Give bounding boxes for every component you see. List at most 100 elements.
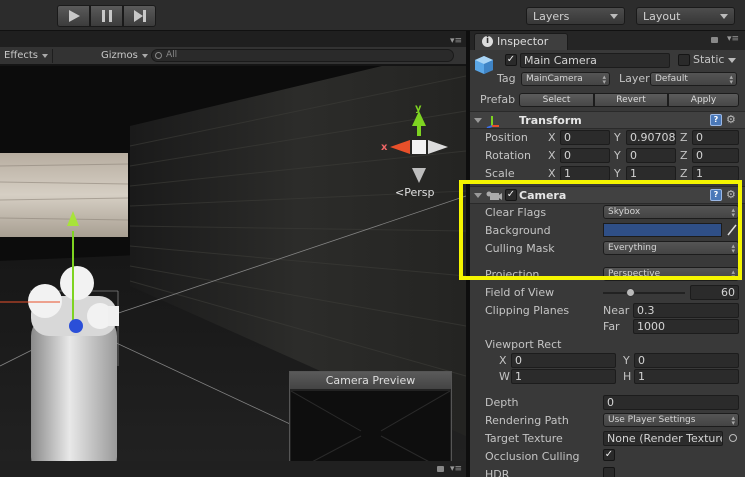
hdr-checkbox[interactable] — [603, 467, 615, 477]
prefab-revert-button[interactable]: Revert — [594, 93, 668, 107]
static-checkbox[interactable] — [678, 54, 690, 66]
persp-toggle[interactable]: <Persp — [395, 186, 434, 199]
transform-header[interactable]: Transform ? ⚙ — [470, 111, 745, 129]
far-label: Far — [603, 320, 620, 333]
play-button[interactable] — [57, 5, 90, 27]
active-checkbox[interactable]: ✓ — [505, 54, 517, 66]
chevron-down-icon[interactable] — [728, 58, 736, 63]
tab-inspector[interactable]: i Inspector — [474, 33, 568, 50]
projection-dropdown[interactable]: Perspective ▴ ▾ — [603, 267, 739, 281]
position-y-field[interactable]: 0.90708 — [626, 130, 676, 145]
layer-label: Layer — [619, 72, 650, 85]
far-field[interactable]: 1000 — [633, 319, 739, 334]
rotation-z-field[interactable]: 0 — [692, 148, 739, 163]
camera-preview-title: Camera Preview — [290, 372, 451, 390]
gear-icon[interactable]: ⚙ — [726, 114, 736, 125]
viewport-h-field[interactable]: 1 — [634, 369, 739, 384]
lock-icon[interactable] — [437, 466, 444, 472]
depth-field[interactable]: 0 — [603, 395, 739, 410]
clear-flags-dropdown[interactable]: Skybox ▴ ▾ — [603, 205, 739, 219]
gizmos-dropdown[interactable]: Gizmos — [97, 50, 152, 61]
position-x-field[interactable]: 0 — [560, 130, 610, 145]
layer-dropdown[interactable]: Default ▴ ▾ — [650, 72, 737, 86]
updown-icon: ▴ ▾ — [729, 73, 733, 86]
occlusion-culling-label: Occlusion Culling — [485, 450, 580, 463]
gear-icon[interactable]: ⚙ — [726, 189, 736, 200]
background-label: Background — [485, 224, 551, 237]
rotation-y-field[interactable]: 0 — [626, 148, 676, 163]
chevron-down-icon — [141, 53, 148, 58]
scale-x-field[interactable]: 1 — [560, 166, 610, 181]
step-button[interactable] — [123, 5, 156, 27]
culling-mask-dropdown[interactable]: Everything ▴ ▾ — [603, 241, 739, 255]
updown-icon: ▴ ▾ — [731, 206, 735, 219]
viewport-w-field[interactable]: 1 — [511, 369, 616, 384]
prefab-apply-button[interactable]: Apply — [668, 93, 739, 107]
updown-icon: ▴ ▾ — [602, 73, 606, 86]
camera-enabled-checkbox[interactable]: ✓ — [505, 189, 517, 201]
fov-slider-thumb[interactable] — [626, 288, 636, 297]
rendering-path-value: Use Player Settings — [608, 415, 696, 425]
scene-tab-bar: ▾≡ — [0, 31, 466, 47]
position-z-field[interactable]: 0 — [692, 130, 739, 145]
background-color-swatch[interactable] — [603, 223, 722, 237]
culling-mask-value: Everything — [608, 243, 657, 253]
fold-arrow-icon[interactable] — [474, 193, 482, 198]
help-icon[interactable]: ? — [710, 189, 722, 201]
viewport-x-label: X — [499, 354, 507, 367]
tag-label: Tag — [497, 72, 516, 85]
tag-dropdown[interactable]: MainCamera ▴ ▾ — [521, 72, 610, 86]
viewport-y-field[interactable]: 0 — [634, 353, 739, 368]
static-label: Static — [693, 53, 725, 66]
camera-icon — [486, 190, 502, 205]
playback-controls — [57, 5, 156, 27]
scale-z-field[interactable]: 1 — [692, 166, 739, 181]
updown-icon: ▴ ▾ — [731, 242, 735, 255]
scale-z-label: Z — [680, 167, 688, 180]
fov-slider-track[interactable] — [603, 292, 685, 294]
depth-label: Depth — [485, 396, 519, 409]
scale-y-field[interactable]: 1 — [626, 166, 676, 181]
fold-arrow-icon[interactable] — [474, 118, 482, 123]
occlusion-culling-checkbox[interactable]: ✓ — [603, 449, 615, 461]
target-texture-label: Target Texture — [485, 432, 563, 445]
object-name-field[interactable]: Main Camera — [520, 53, 670, 68]
gizmos-label: Gizmos — [101, 50, 138, 61]
camera-header[interactable]: ✓ Camera ? ⚙ — [470, 186, 745, 204]
scale-label: Scale — [485, 167, 515, 180]
near-label: Near — [603, 304, 630, 317]
inspector-tab-bar: i Inspector ▾≡ — [470, 31, 745, 50]
rotation-x-field[interactable]: 0 — [560, 148, 610, 163]
panel-menu-icon[interactable]: ▾≡ — [727, 34, 739, 44]
effects-dropdown[interactable]: Effects — [0, 50, 52, 61]
rotation-y-label: Y — [614, 149, 621, 162]
lock-icon[interactable] — [711, 37, 718, 43]
panel-menu-icon[interactable]: ▾≡ — [450, 464, 462, 474]
position-z-label: Z — [680, 131, 688, 144]
target-texture-field[interactable]: None (Render Texture) — [603, 431, 723, 446]
layout-dropdown[interactable]: Layout — [636, 7, 735, 25]
position-x-label: X — [548, 131, 556, 144]
eyedropper-icon[interactable] — [726, 223, 738, 237]
pause-button[interactable] — [90, 5, 123, 27]
persp-label: Persp — [404, 186, 435, 199]
near-field[interactable]: 0.3 — [633, 303, 739, 318]
info-icon: i — [482, 36, 493, 47]
scene-search-input[interactable]: All — [151, 49, 454, 62]
scene-viewport[interactable]: x y <Persp Camera Preview — [0, 66, 466, 477]
projection-label: Projection — [485, 268, 540, 281]
transform-icon — [486, 114, 500, 131]
panel-menu-icon[interactable]: ▾≡ — [450, 36, 462, 46]
scene-footer: ▾≡ — [0, 461, 466, 477]
rendering-path-dropdown[interactable]: Use Player Settings ▴ ▾ — [603, 413, 739, 427]
chevron-down-icon — [720, 14, 728, 19]
viewport-x-field[interactable]: 0 — [511, 353, 616, 368]
hdr-label: HDR — [485, 468, 510, 477]
prefab-select-button[interactable]: Select — [519, 93, 594, 107]
scale-y-label: Y — [614, 167, 621, 180]
layers-dropdown[interactable]: Layers — [526, 7, 625, 25]
object-picker-icon[interactable] — [729, 434, 737, 442]
help-icon[interactable]: ? — [710, 114, 722, 126]
search-placeholder: All — [166, 50, 178, 60]
fov-value-field[interactable]: 60 — [690, 285, 739, 300]
